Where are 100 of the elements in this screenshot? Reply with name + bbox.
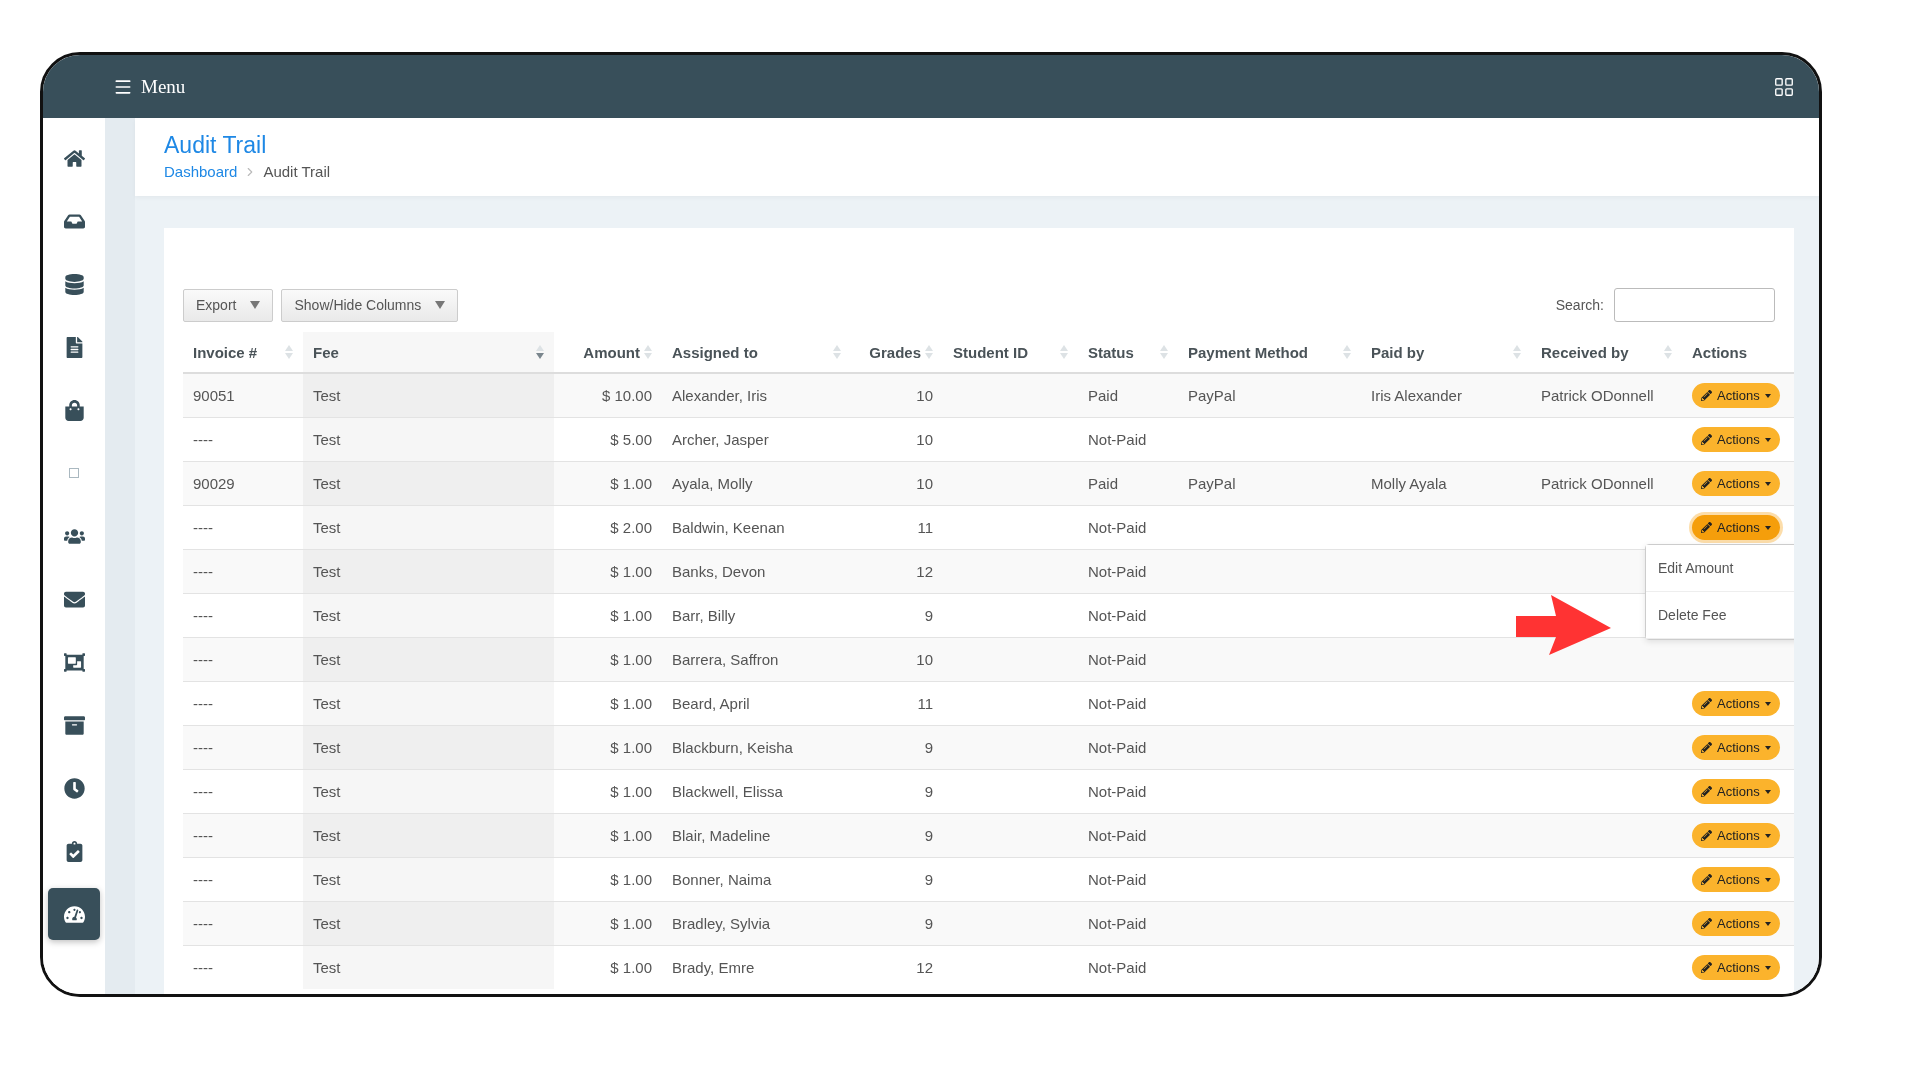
archive-icon [63,714,85,736]
table-cell: Bonner, Naima [672,871,772,888]
table-cell: Iris Alexander [1371,387,1462,404]
actions-button[interactable]: Actions [1692,867,1780,892]
actions-button[interactable]: Actions [1692,779,1780,804]
table-cell: Not-Paid [1088,783,1147,800]
table-cell: 12 [916,959,933,976]
table-cell: Brady, Emre [672,959,755,976]
table-cell: Molly Ayala [1371,475,1447,492]
table-cell: $ 5.00 [610,431,652,448]
sort-icon[interactable] [536,345,544,359]
actions-button[interactable]: Actions [1692,691,1780,716]
table-cell: $ 10.00 [601,387,652,404]
column-header[interactable]: Fee [313,343,339,361]
page-title: Audit Trail [164,132,268,159]
column-header[interactable]: Actions [1692,343,1747,361]
apps-grid-button[interactable] [1773,75,1795,98]
sidebar-item[interactable] [48,888,100,940]
table-cell: Not-Paid [1088,563,1147,580]
actions-button[interactable]: Actions [1692,823,1780,848]
table-cell: 10 [916,387,933,404]
table-cell: Bradley, Sylvia [672,915,771,932]
actions-button[interactable]: Actions [1692,955,1780,980]
table-cell: Barr, Billy [672,607,736,624]
table-cell: 90029 [193,475,235,492]
table-cell: 10 [916,651,933,668]
table-cell: ---- [193,695,213,712]
clock-icon [63,777,85,799]
table-cell: Not-Paid [1088,651,1147,668]
table-cell: $ 1.00 [610,871,652,888]
table-cell: Test [313,959,341,976]
table-cell: Not-Paid [1088,519,1147,536]
actions-button[interactable]: Actions [1692,471,1780,496]
table-cell: $ 1.00 [610,959,652,976]
table-cell: 9 [924,915,933,932]
table-cell: Not-Paid [1088,607,1147,624]
pencil-icon [1701,874,1712,885]
table-cell: $ 1.00 [610,827,652,844]
dropdown-button[interactable]: Export [183,288,274,322]
table-cell: Test [313,695,341,712]
table-cell: Not-Paid [1088,959,1147,976]
table-cell: Blackwell, Elissa [672,783,783,800]
actions-button[interactable]: Actions [1692,427,1780,452]
table-cell: Baldwin, Keenan [672,519,785,536]
table-cell: $ 1.00 [610,695,652,712]
frame-icon [63,651,85,673]
table-cell: Not-Paid [1088,871,1147,888]
table-cell: $ 1.00 [610,563,652,580]
table-cell: ---- [193,871,213,888]
table-cell: 10 [916,431,933,448]
dropdown-button[interactable]: Show/Hide Columns [281,288,459,322]
table-cell: Paid [1088,475,1119,492]
column-header[interactable]: Payment Method [1188,343,1308,361]
pencil-icon [1701,742,1712,753]
column-header[interactable]: Status [1088,343,1134,361]
breadcrumb-current: Audit Trail [263,163,331,180]
table-cell: 90051 [193,387,235,404]
table-cell: Barrera, Saffron [672,651,779,668]
menu-item[interactable]: Edit Amount [1646,545,1794,592]
table-cell: Beard, April [672,695,750,712]
table-cell: Patrick ODonnell [1541,387,1654,404]
table-cell: ---- [193,431,213,448]
table-cell: $ 1.00 [610,783,652,800]
table-cell: Blackburn, Keisha [672,739,793,756]
database-icon [63,273,85,295]
actions-button[interactable]: Actions [1692,911,1780,936]
breadcrumb-link[interactable]: Dashboard [164,163,238,180]
table-cell: ---- [193,739,213,756]
table-cell: 9 [924,607,933,624]
table-cell: Not-Paid [1088,695,1147,712]
column-header[interactable]: Received by [1541,343,1629,361]
table-cell: Blair, Madeline [672,827,771,844]
pencil-icon [1701,478,1712,489]
table-cell: Test [313,475,341,492]
table-cell: ---- [193,915,213,932]
table-cell: Test [313,871,341,888]
column-header[interactable]: Student ID [953,343,1028,361]
menu-button[interactable]: Menu [113,75,186,98]
actions-button[interactable]: Actions [1692,383,1780,408]
actions-button[interactable]: Actions [1692,515,1780,540]
table-cell: 9 [924,871,933,888]
column-header[interactable]: Grades [869,343,921,361]
table-cell: ---- [193,563,213,580]
table-cell: 11 [917,695,933,712]
table-cell: Not-Paid [1088,739,1147,756]
pencil-icon [1701,786,1712,797]
table-cell: 9 [924,827,933,844]
pencil-icon [1701,698,1712,709]
table-cell: Test [313,783,341,800]
actions-button[interactable]: Actions [1692,735,1780,760]
table-cell: Test [313,519,341,536]
table-cell: Test [313,651,341,668]
column-header[interactable]: Invoice # [193,343,258,361]
column-header[interactable]: Paid by [1371,343,1425,361]
column-header[interactable]: Amount [583,343,640,361]
table-cell: Test [313,387,341,404]
column-header[interactable]: Assigned to [672,343,758,361]
menu-item[interactable]: Delete Fee [1646,592,1794,639]
search-field[interactable] [1614,288,1775,322]
table-cell: ---- [193,827,213,844]
